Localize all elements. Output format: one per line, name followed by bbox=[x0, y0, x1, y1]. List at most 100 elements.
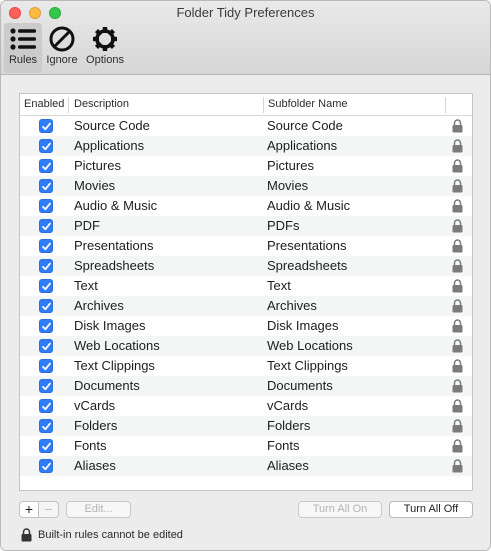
lock-icon bbox=[452, 119, 463, 136]
add-rule-button[interactable]: + bbox=[19, 501, 39, 518]
enabled-checkbox[interactable] bbox=[39, 279, 53, 293]
subfolder-cell: Web Locations bbox=[267, 338, 353, 353]
turn-all-on-button[interactable]: Turn All On bbox=[298, 501, 382, 518]
table-row[interactable]: vCards vCards bbox=[20, 396, 472, 416]
table-row[interactable]: Text Text bbox=[20, 276, 472, 296]
table-row[interactable]: Folders Folders bbox=[20, 416, 472, 436]
edit-button[interactable]: Edit... bbox=[66, 501, 131, 518]
table-row[interactable]: Movies Movies bbox=[20, 176, 472, 196]
description-cell: Applications bbox=[74, 138, 145, 153]
table-row[interactable]: Disk Images Disk Images bbox=[20, 316, 472, 336]
remove-rule-button[interactable]: − bbox=[39, 501, 59, 518]
enabled-checkbox[interactable] bbox=[39, 219, 53, 233]
table-row[interactable]: Text Clippings Text Clippings bbox=[20, 356, 472, 376]
table-row[interactable]: Documents Documents bbox=[20, 376, 472, 396]
enabled-checkbox[interactable] bbox=[39, 259, 53, 273]
lock-icon bbox=[452, 179, 463, 196]
table-row[interactable]: Aliases Aliases bbox=[20, 456, 472, 476]
table-row[interactable]: Fonts Fonts bbox=[20, 436, 472, 456]
enabled-checkbox[interactable] bbox=[39, 239, 53, 253]
table-row[interactable]: Applications Applications bbox=[20, 136, 472, 156]
column-header-enabled[interactable]: Enabled bbox=[24, 98, 64, 110]
table-row[interactable]: Spreadsheets Spreadsheets bbox=[20, 256, 472, 276]
subfolder-cell: Applications bbox=[267, 138, 338, 153]
subfolder-cell: Archives bbox=[267, 298, 317, 313]
enabled-checkbox[interactable] bbox=[39, 359, 53, 373]
description-cell: Folders bbox=[74, 418, 118, 433]
description-cell: Spreadsheets bbox=[74, 258, 155, 273]
enabled-checkbox[interactable] bbox=[39, 379, 53, 393]
lock-icon bbox=[452, 259, 463, 276]
description-cell: Fonts bbox=[74, 438, 107, 453]
lock-icon bbox=[452, 459, 463, 476]
window-title: Folder Tidy Preferences bbox=[176, 5, 315, 20]
subfolder-cell: Movies bbox=[267, 178, 309, 193]
enabled-checkbox[interactable] bbox=[39, 199, 53, 213]
toolbar-options-button[interactable]: Options bbox=[83, 23, 127, 73]
enabled-checkbox[interactable] bbox=[39, 419, 53, 433]
table-row[interactable]: Archives Archives bbox=[20, 296, 472, 316]
table-row[interactable]: PDF PDFs bbox=[20, 216, 472, 236]
subfolder-cell: Spreadsheets bbox=[267, 258, 348, 273]
table-row[interactable]: Pictures Pictures bbox=[20, 156, 472, 176]
column-header-subfolder[interactable]: Subfolder Name bbox=[268, 98, 348, 110]
subfolder-cell: Source Code bbox=[267, 118, 343, 133]
subfolder-cell: Text bbox=[267, 278, 291, 293]
built-in-rules-note: Built-in rules cannot be edited bbox=[38, 529, 183, 541]
enabled-checkbox[interactable] bbox=[39, 139, 53, 153]
description-cell: Source Code bbox=[74, 118, 150, 133]
enabled-checkbox[interactable] bbox=[39, 299, 53, 313]
lock-icon bbox=[452, 159, 463, 176]
toolbar-ignore-button[interactable]: Ignore bbox=[43, 23, 81, 73]
table-header: Enabled Description Subfolder Name bbox=[20, 94, 472, 116]
column-divider[interactable] bbox=[445, 97, 446, 113]
table-row[interactable]: Web Locations Web Locations bbox=[20, 336, 472, 356]
table-row[interactable]: Presentations Presentations bbox=[20, 236, 472, 256]
lock-icon bbox=[452, 299, 463, 316]
lock-icon bbox=[452, 359, 463, 376]
lock-icon bbox=[452, 239, 463, 256]
description-cell: Text Clippings bbox=[74, 358, 155, 373]
subfolder-cell: Pictures bbox=[267, 158, 314, 173]
subfolder-cell: Text Clippings bbox=[267, 358, 348, 373]
lock-icon bbox=[452, 339, 463, 356]
table-row[interactable]: Source Code Source Code bbox=[20, 116, 472, 136]
rules-pane: Enabled Description Subfolder Name Sourc… bbox=[1, 76, 490, 550]
toolbar-options-label: Options bbox=[86, 54, 124, 66]
toolbar-ignore-label: Ignore bbox=[46, 54, 78, 66]
turn-all-off-button[interactable]: Turn All Off bbox=[389, 501, 473, 518]
description-cell: Archives bbox=[74, 298, 124, 313]
enabled-checkbox[interactable] bbox=[39, 159, 53, 173]
toolbar-rules-label: Rules bbox=[8, 54, 38, 66]
description-cell: Movies bbox=[74, 178, 116, 193]
description-cell: Documents bbox=[74, 378, 140, 393]
lock-icon bbox=[452, 319, 463, 336]
column-divider[interactable] bbox=[263, 97, 264, 113]
lock-icon bbox=[452, 439, 463, 456]
lock-icon bbox=[452, 219, 463, 236]
subfolder-cell: Aliases bbox=[267, 458, 309, 473]
enabled-checkbox[interactable] bbox=[39, 459, 53, 473]
subfolder-cell: Fonts bbox=[267, 438, 300, 453]
column-header-description[interactable]: Description bbox=[74, 98, 129, 110]
gear-icon bbox=[83, 26, 127, 52]
enabled-checkbox[interactable] bbox=[39, 179, 53, 193]
description-cell: Disk Images bbox=[74, 318, 146, 333]
lock-icon bbox=[452, 419, 463, 436]
description-cell: Text bbox=[74, 278, 98, 293]
toolbar-rules-button[interactable]: Rules bbox=[4, 23, 42, 73]
subfolder-cell: Disk Images bbox=[267, 318, 339, 333]
column-divider[interactable] bbox=[68, 97, 69, 113]
description-cell: PDF bbox=[74, 218, 100, 233]
enabled-checkbox[interactable] bbox=[39, 119, 53, 133]
description-cell: Aliases bbox=[74, 458, 116, 473]
table-row[interactable]: Audio & Music Audio & Music bbox=[20, 196, 472, 216]
lock-icon bbox=[452, 399, 463, 416]
enabled-checkbox[interactable] bbox=[39, 319, 53, 333]
description-cell: vCards bbox=[74, 398, 116, 413]
description-cell: Web Locations bbox=[74, 338, 160, 353]
preferences-window: Folder Tidy Preferences Rules Ignore Opt… bbox=[0, 0, 491, 551]
enabled-checkbox[interactable] bbox=[39, 439, 53, 453]
enabled-checkbox[interactable] bbox=[39, 339, 53, 353]
enabled-checkbox[interactable] bbox=[39, 399, 53, 413]
